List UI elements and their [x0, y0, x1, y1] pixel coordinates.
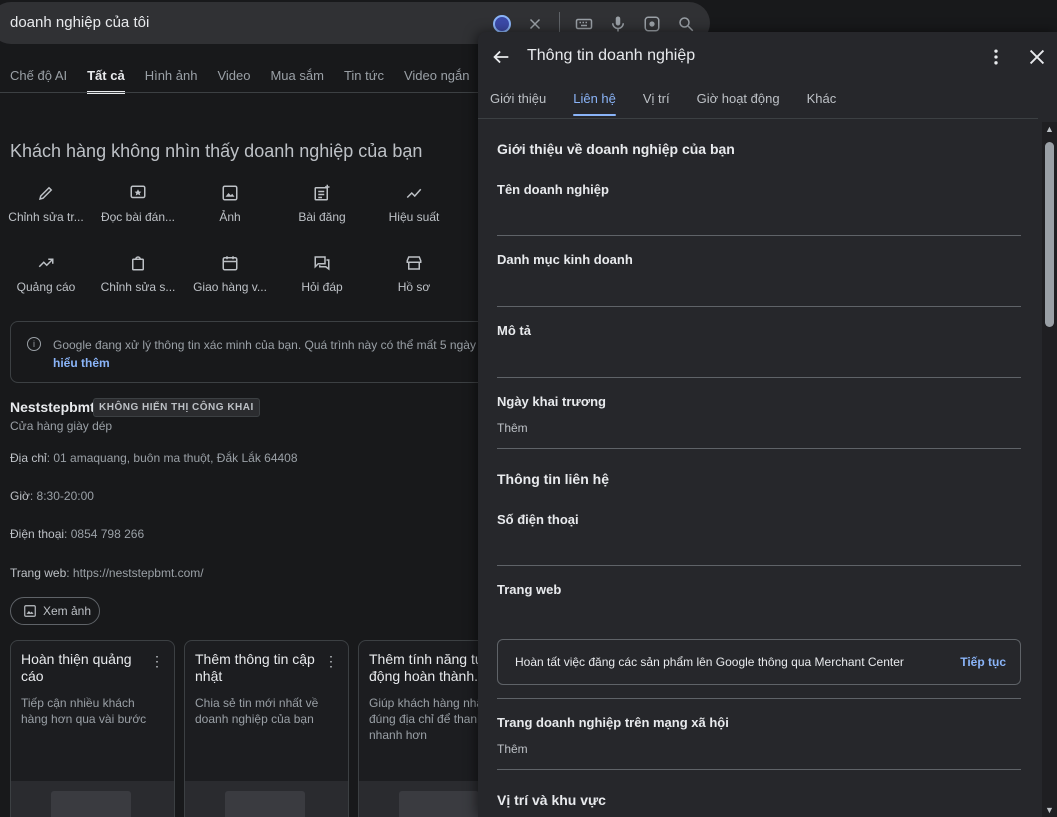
field-divider	[497, 698, 1021, 699]
scroll-down-icon[interactable]: ▼	[1042, 803, 1057, 817]
suggestion-cards: Hoàn thiện quảng cáo ⋮ Tiếp cận nhiều kh…	[10, 640, 523, 817]
section-location-title: Vị trí và khu vực	[497, 792, 606, 808]
suggestion-card[interactable]: Thêm thông tin cập nhật ⋮ Chia sẻ tin mớ…	[184, 640, 349, 817]
panel-title: Thông tin doanh nghiệp	[527, 47, 696, 64]
photo-library-icon	[24, 605, 36, 617]
merchant-center-banner: Hoàn tất việc đăng các sản phẩm lên Goog…	[497, 639, 1021, 685]
field-social-profiles[interactable]: Trang doanh nghiệp trên mạng xã hội Thêm	[497, 715, 1021, 756]
tab-all[interactable]: Tất cả	[87, 68, 125, 94]
not-public-badge: KHÔNG HIỂN THỊ CÔNG KHAI	[93, 398, 260, 417]
business-website: Trang web: https://neststepbmt.com/	[10, 566, 204, 580]
more-vert-icon[interactable]: ⋮	[324, 653, 338, 670]
storefront-icon	[368, 252, 460, 274]
field-description[interactable]: Mô tả	[497, 323, 1021, 338]
more-vert-icon[interactable]: ⋮	[150, 653, 164, 670]
field-phone[interactable]: Số điện thoại	[497, 512, 1021, 527]
tabs-divider	[478, 118, 1038, 119]
action-posts[interactable]: Bài đăng	[276, 182, 368, 224]
tab-videos[interactable]: Video	[217, 68, 250, 94]
card-illustration	[11, 781, 174, 817]
scroll-up-icon[interactable]: ▲	[1042, 122, 1057, 136]
business-info-panel: Thông tin doanh nghiệp Giới thiệu Liên h…	[478, 32, 1057, 817]
arrow-left-icon[interactable]	[490, 46, 512, 68]
business-headline: Khách hàng không nhìn thấy doanh nghiệp …	[10, 141, 423, 161]
more-vert-icon[interactable]	[986, 46, 1006, 68]
section-contact-title: Thông tin liên hệ	[497, 471, 609, 487]
add-social-profile[interactable]: Thêm	[497, 742, 1021, 756]
section-about-title: Giới thiệu về doanh nghiệp của bạn	[497, 141, 735, 157]
tab-ai-mode[interactable]: Chế độ AI	[10, 68, 67, 94]
tab-contact[interactable]: Liên hệ	[573, 91, 616, 116]
tab-location[interactable]: Vị trí	[643, 91, 670, 116]
insights-icon	[368, 182, 460, 204]
search-input[interactable]: doanh nghiệp của tôi	[10, 14, 149, 31]
learn-more-link[interactable]: hiểu thêm	[53, 354, 495, 372]
action-ads[interactable]: Quảng cáo	[0, 252, 92, 294]
clear-icon[interactable]	[525, 14, 545, 34]
pencil-icon	[0, 182, 92, 204]
verification-notice: i Google đang xử lý thông tin xác minh c…	[10, 321, 510, 383]
continue-link[interactable]: Tiếp tục	[960, 655, 1006, 669]
business-category: Cửa hàng giày dép	[10, 419, 113, 433]
tab-news[interactable]: Tin tức	[344, 68, 384, 94]
scroll-thumb[interactable]	[1045, 142, 1054, 327]
field-divider	[497, 235, 1021, 236]
action-qa[interactable]: Hỏi đáp	[276, 252, 368, 294]
trending-up-icon	[0, 252, 92, 274]
image-icon	[184, 182, 276, 204]
tab-short-videos[interactable]: Video ngắn	[404, 68, 470, 94]
close-icon[interactable]	[1026, 46, 1048, 68]
lens-badge-icon[interactable]	[493, 15, 511, 33]
field-divider	[497, 769, 1021, 770]
post-add-icon	[276, 182, 368, 204]
tabs-divider	[0, 92, 480, 93]
camera-lens-icon[interactable]	[642, 14, 662, 34]
business-actions: Chỉnh sửa tr... Đọc bài đán... Ảnh Bài đ…	[0, 182, 480, 322]
field-divider	[497, 377, 1021, 378]
panel-header: Thông tin doanh nghiệp	[478, 32, 1057, 82]
field-divider	[497, 448, 1021, 449]
panel-scrollbar[interactable]: ▲ ▼	[1042, 122, 1057, 817]
business-hours: Giờ: 8:30-20:00	[10, 489, 94, 503]
tab-hours[interactable]: Giờ hoạt động	[697, 91, 780, 116]
panel-tabs: Giới thiệu Liên hệ Vị trí Giờ hoạt động …	[490, 91, 836, 116]
card-illustration	[185, 781, 348, 817]
shopping-bag-icon	[92, 252, 184, 274]
tab-more[interactable]: Khác	[807, 91, 837, 116]
business-phone: Điện thoại: 0854 798 266	[10, 527, 145, 541]
calendar-icon	[184, 252, 276, 274]
business-name: Neststepbmt	[10, 399, 95, 415]
search-tabs: Chế độ AI Tất cả Hình ảnh Video Mua sắm …	[10, 68, 505, 94]
action-performance[interactable]: Hiệu suất	[368, 182, 460, 224]
keyboard-icon[interactable]	[574, 14, 594, 34]
field-opening-date[interactable]: Ngày khai trương Thêm	[497, 394, 1021, 435]
view-photos-button[interactable]: Xem ảnh	[10, 597, 100, 625]
field-website[interactable]: Trang web	[497, 582, 1021, 597]
field-divider	[497, 306, 1021, 307]
add-opening-date[interactable]: Thêm	[497, 421, 1021, 435]
field-business-name[interactable]: Tên doanh nghiệp	[497, 182, 1021, 197]
action-edit-products[interactable]: Chỉnh sửa s...	[92, 252, 184, 294]
tab-shopping[interactable]: Mua sắm	[270, 68, 323, 94]
microphone-icon[interactable]	[608, 14, 628, 34]
forum-icon	[276, 252, 368, 274]
action-edit-profile[interactable]: Chỉnh sửa tr...	[0, 182, 92, 224]
action-profile[interactable]: Hồ sơ	[368, 252, 460, 294]
review-star-icon	[92, 182, 184, 204]
suggestion-card[interactable]: Hoàn thiện quảng cáo ⋮ Tiếp cận nhiều kh…	[10, 640, 175, 817]
business-address: Địa chỉ: 01 amaquang, buôn ma thuột, Đắk…	[10, 451, 298, 465]
tab-about[interactable]: Giới thiệu	[490, 91, 546, 116]
tab-images[interactable]: Hình ảnh	[145, 68, 198, 94]
action-photos[interactable]: Ảnh	[184, 182, 276, 224]
field-divider	[497, 565, 1021, 566]
info-icon: i	[27, 337, 41, 351]
action-read-reviews[interactable]: Đọc bài đán...	[92, 182, 184, 224]
action-delivery[interactable]: Giao hàng v...	[184, 252, 276, 294]
search-icon[interactable]	[676, 14, 696, 34]
field-business-category[interactable]: Danh mục kinh doanh	[497, 252, 1021, 267]
